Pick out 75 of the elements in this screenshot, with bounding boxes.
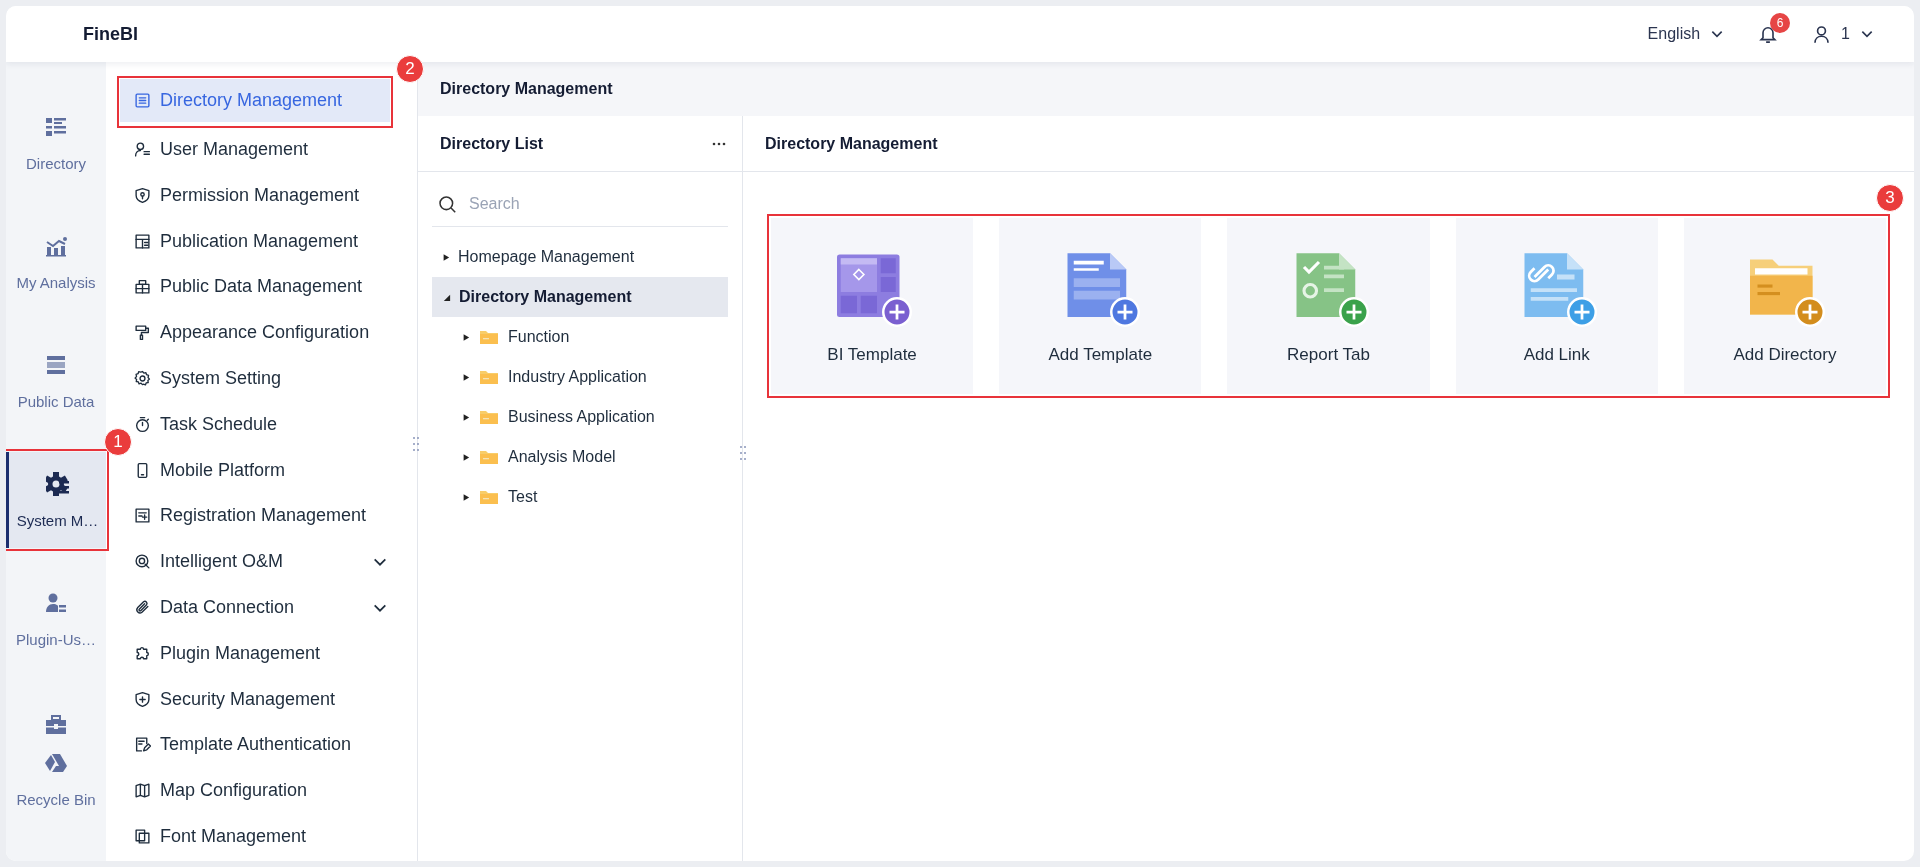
- gear-icon: [134, 369, 151, 387]
- gear-icon: [45, 471, 70, 496]
- bell-icon: [1758, 24, 1779, 44]
- shield-icon: [134, 690, 151, 708]
- form-icon: [134, 507, 151, 525]
- callout-badge: 3: [1876, 184, 1904, 212]
- language-selector[interactable]: English: [1647, 25, 1725, 43]
- rail-item[interactable]: System M…: [6, 452, 106, 548]
- folder-icon: [480, 370, 498, 384]
- tree-item[interactable]: Business Application: [432, 397, 728, 437]
- menu-item[interactable]: Public Data Management: [120, 265, 390, 309]
- app-logo: FineBI: [83, 23, 138, 45]
- notification-badge: 6: [1770, 13, 1791, 33]
- list-icon: [134, 92, 151, 109]
- menu-item[interactable]: System Setting: [120, 357, 390, 400]
- menu-item[interactable]: Permission Management: [120, 173, 390, 217]
- tree-item[interactable]: Directory Management: [432, 277, 728, 317]
- search-icon: [438, 194, 457, 214]
- rail-item[interactable]: Directory: [6, 84, 106, 203]
- folder-icon: [480, 490, 498, 504]
- copy-icon: [134, 828, 151, 846]
- menu-item[interactable]: Font Management: [120, 815, 390, 858]
- database-icon: [44, 353, 68, 377]
- toolbox-icon: [44, 713, 68, 737]
- menu-item[interactable]: Security Management: [120, 677, 390, 721]
- bar-chart-icon: [44, 234, 68, 258]
- action-card[interactable]: Add Link: [1455, 218, 1658, 394]
- action-card[interactable]: Add Template: [999, 218, 1202, 394]
- paperclip-icon: [134, 599, 151, 617]
- tree-item[interactable]: Test: [432, 477, 728, 517]
- user-menu[interactable]: 1: [1812, 24, 1874, 44]
- user-list-icon: [44, 591, 68, 615]
- menu-item[interactable]: Appearance Configuration: [120, 311, 390, 355]
- rail-item[interactable]: Public Data: [6, 322, 106, 441]
- folder-icon: [480, 330, 498, 344]
- menu-item[interactable]: Plugin Management: [120, 631, 390, 675]
- menu-item[interactable]: Directory Management: [120, 79, 390, 122]
- tree-item[interactable]: Analysis Model: [432, 437, 728, 477]
- shield-icon: [134, 186, 151, 204]
- menu-item[interactable]: Publication Management: [120, 219, 390, 263]
- document-edit-icon: [134, 736, 151, 754]
- drag-handle-icon: [412, 436, 420, 452]
- rail-item[interactable]: Recycle Bin: [6, 739, 106, 819]
- tree-item[interactable]: Homepage Management: [432, 237, 728, 277]
- caret-down-icon: [442, 292, 451, 302]
- action-card[interactable]: BI Template: [771, 218, 974, 394]
- menu-item[interactable]: Template Authentication: [120, 723, 390, 767]
- user-icon: [134, 140, 151, 158]
- folder-icon: [480, 410, 498, 424]
- menu-item[interactable]: Data Connection: [120, 586, 390, 629]
- action-card[interactable]: Report Tab: [1227, 218, 1430, 394]
- folder-icon: [480, 450, 498, 464]
- toolbox-icon: [134, 278, 151, 296]
- layout-icon: [134, 232, 151, 250]
- panel-title: Directory Management: [765, 134, 938, 153]
- breadcrumb-title: Directory Management: [440, 80, 613, 98]
- menu-item[interactable]: Intelligent O&M: [120, 540, 390, 584]
- rail-item[interactable]: My Analysis: [6, 203, 106, 322]
- puzzle-icon: [134, 644, 151, 662]
- list-icon: [44, 115, 68, 139]
- more-icon: [712, 141, 726, 146]
- tree-item[interactable]: Industry Application: [432, 357, 728, 397]
- menu-item[interactable]: Registration Management: [120, 494, 390, 538]
- menu-item[interactable]: Map Configuration: [120, 769, 390, 813]
- map-icon: [134, 782, 151, 800]
- menu-item[interactable]: User Management: [120, 128, 390, 171]
- rail-item[interactable]: Plugin-Us…: [6, 560, 106, 679]
- stopwatch-icon: [134, 415, 151, 433]
- drag-handle-icon: [739, 445, 747, 461]
- panel-title: Directory List: [440, 134, 544, 153]
- action-card[interactable]: Add Directory: [1683, 218, 1886, 394]
- user-icon: [1812, 24, 1832, 44]
- search-field[interactable]: Search: [467, 194, 728, 214]
- tree-item[interactable]: Function: [432, 317, 728, 357]
- paint-roller-icon: [134, 324, 151, 342]
